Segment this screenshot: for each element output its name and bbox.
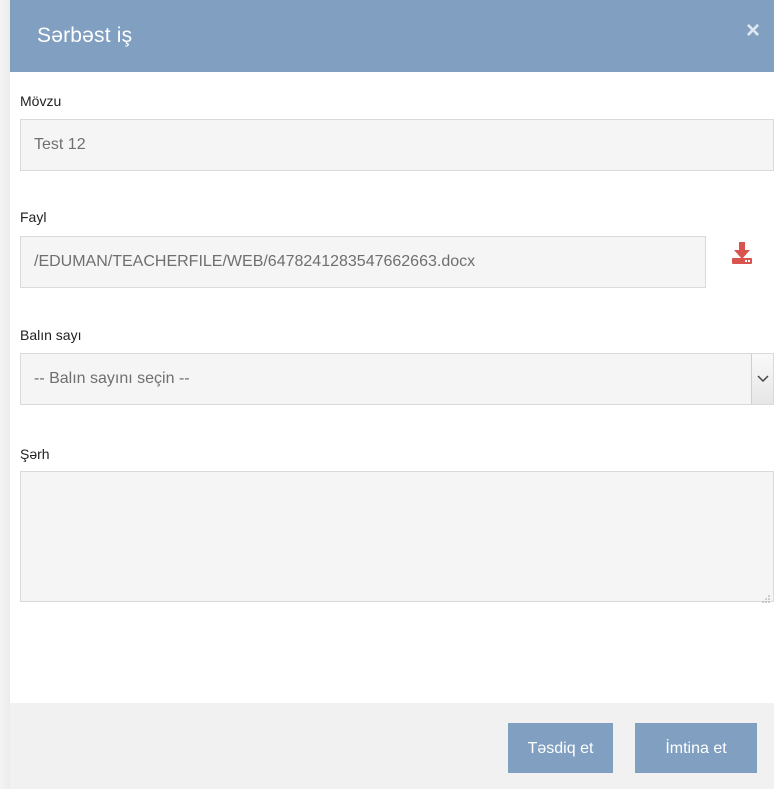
backdrop-edge <box>0 0 10 789</box>
cancel-button[interactable]: İmtina et <box>635 723 757 773</box>
topic-value: Test 12 <box>34 136 86 153</box>
score-label: Balın sayı <box>20 327 82 343</box>
download-icon[interactable] <box>731 241 753 265</box>
comment-label: Şərh <box>20 446 50 462</box>
topic-label: Mövzu <box>20 93 62 109</box>
comment-textarea[interactable] <box>20 471 774 603</box>
score-selected-value: -- Balın sayını seçin -- <box>34 370 190 387</box>
chevron-down-icon[interactable] <box>751 354 773 404</box>
file-path-field[interactable]: /EDUMAN/TEACHERFILE/WEB/6478241283547662… <box>20 236 706 288</box>
dialog-header: Sərbəst iş × <box>10 0 774 72</box>
dialog-footer: Təsdiq et İmtina et <box>10 703 774 789</box>
file-path-value: /EDUMAN/TEACHERFILE/WEB/6478241283547662… <box>34 253 476 270</box>
topic-field[interactable]: Test 12 <box>20 119 774 171</box>
dialog-title: Sərbəst iş <box>37 24 133 47</box>
confirm-button[interactable]: Təsdiq et <box>508 723 613 773</box>
close-icon[interactable]: × <box>742 18 764 44</box>
free-work-dialog: Sərbəst iş × Mövzu Test 12 Fayl /EDUMAN/… <box>10 0 774 789</box>
score-select[interactable]: -- Balın sayını seçin -- <box>20 353 774 405</box>
file-label: Fayl <box>20 209 47 225</box>
resize-grip-icon[interactable] <box>762 590 770 603</box>
